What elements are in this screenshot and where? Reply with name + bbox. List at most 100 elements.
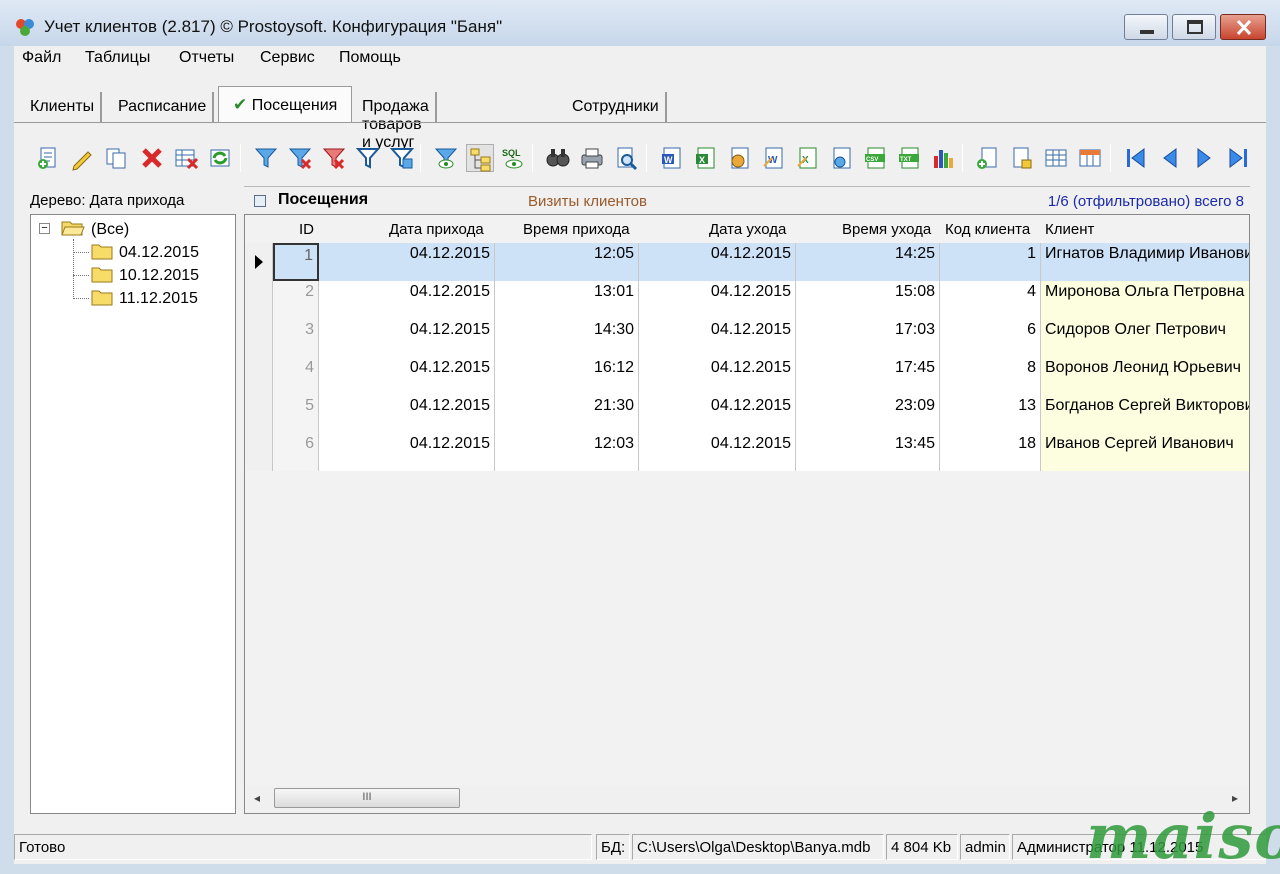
cell-time-out[interactable]: 14:25 [796, 243, 940, 281]
tab-schedule[interactable]: Расписание [118, 92, 215, 122]
cell-client[interactable]: Игнатов Владимир Иванович [1041, 243, 1249, 281]
table-settings-icon[interactable] [1042, 144, 1070, 172]
cell-date-out[interactable]: 04.12.2015 [639, 395, 796, 433]
cell-time-in[interactable]: 12:05 [495, 243, 639, 281]
cell-time-in[interactable]: 14:30 [495, 319, 639, 357]
cell-date-out[interactable]: 04.12.2015 [639, 319, 796, 357]
cell-id[interactable]: 1 [273, 243, 319, 281]
tree-node-date[interactable]: 11.12.2015 [91, 288, 198, 308]
filter-clear-icon[interactable] [320, 144, 348, 172]
export-rtf-icon[interactable]: W [760, 144, 788, 172]
cell-client[interactable]: Миронова Ольга Петровна [1041, 281, 1249, 319]
row-indicator[interactable] [245, 433, 273, 471]
export-csv-icon[interactable]: CSV [862, 144, 890, 172]
row-indicator[interactable] [245, 319, 273, 357]
column-header-client[interactable]: Клиент [1045, 221, 1094, 238]
tree-node-date[interactable]: 04.12.2015 [91, 242, 199, 262]
cell-time-in[interactable]: 12:03 [495, 433, 639, 471]
cell-date-in[interactable]: 04.12.2015 [319, 395, 495, 433]
delete-table-icon[interactable] [172, 144, 200, 172]
edit-icon[interactable] [68, 144, 96, 172]
cell-time-in[interactable]: 16:12 [495, 357, 639, 395]
cell-client[interactable]: Сидоров Олег Петрович [1041, 319, 1249, 357]
row-indicator[interactable] [245, 357, 273, 395]
minimize-button[interactable] [1124, 14, 1168, 40]
cell-date-out[interactable]: 04.12.2015 [639, 281, 796, 319]
menu-help[interactable]: Помощь [339, 49, 401, 67]
cell-client[interactable]: Богданов Сергей Викторович [1041, 395, 1249, 433]
export-word-icon[interactable]: W [658, 144, 686, 172]
next-record-icon[interactable] [1190, 144, 1218, 172]
cell-id[interactable]: 6 [273, 433, 319, 471]
cell-client-code[interactable]: 4 [940, 281, 1041, 319]
menu-file[interactable]: Файл [22, 49, 61, 67]
tab-clients[interactable]: Клиенты [30, 92, 103, 122]
cell-time-out[interactable]: 23:09 [796, 395, 940, 433]
table-row[interactable]: 3 04.12.2015 14:30 04.12.2015 17:03 6 Сидоров … [245, 319, 1249, 357]
filter-view-icon[interactable] [432, 144, 460, 172]
filter-settings-icon[interactable] [388, 144, 416, 172]
tree-node-date[interactable]: 10.12.2015 [91, 265, 199, 285]
preview-icon[interactable] [612, 144, 640, 172]
chart-icon[interactable] [930, 144, 958, 172]
cell-date-in[interactable]: 04.12.2015 [319, 433, 495, 471]
tree-node-all[interactable]: (Все) [61, 219, 129, 239]
table-row[interactable]: 2 04.12.2015 13:01 04.12.2015 15:08 4 Миронова… [245, 281, 1249, 319]
column-header-date-out[interactable]: Дата ухода [709, 221, 786, 238]
table-row[interactable]: 5 04.12.2015 21:30 04.12.2015 23:09 13 Богдано… [245, 395, 1249, 433]
cell-time-in[interactable]: 13:01 [495, 281, 639, 319]
cell-id[interactable]: 4 [273, 357, 319, 395]
filter-icon[interactable] [252, 144, 280, 172]
cell-time-out[interactable]: 15:08 [796, 281, 940, 319]
cell-client-code[interactable]: 18 [940, 433, 1041, 471]
menu-service[interactable]: Сервис [260, 49, 315, 67]
tab-employees[interactable]: Сотрудники [572, 92, 667, 122]
delete-icon[interactable] [138, 144, 166, 172]
columns-icon[interactable] [1076, 144, 1104, 172]
report-icon[interactable] [1008, 144, 1036, 172]
close-button[interactable] [1220, 14, 1266, 40]
export-xml-icon[interactable] [828, 144, 856, 172]
table-row[interactable]: 4 04.12.2015 16:12 04.12.2015 17:45 8 Воронов … [245, 357, 1249, 395]
export-xls-icon[interactable]: X [794, 144, 822, 172]
column-header-id[interactable]: ID [299, 221, 314, 238]
refresh-icon[interactable] [206, 144, 234, 172]
cell-client-code[interactable]: 13 [940, 395, 1041, 433]
tab-visits[interactable]: ✔ Посещения [218, 86, 352, 122]
find-icon[interactable] [544, 144, 572, 172]
maximize-button[interactable] [1172, 14, 1216, 40]
cell-date-in[interactable]: 04.12.2015 [319, 357, 495, 395]
cell-time-out[interactable]: 17:03 [796, 319, 940, 357]
row-indicator[interactable] [245, 281, 273, 319]
tree-icon[interactable] [466, 144, 494, 172]
cell-date-out[interactable]: 04.12.2015 [639, 357, 796, 395]
export-txt-icon[interactable]: TXT [896, 144, 924, 172]
new-record-icon[interactable] [34, 144, 62, 172]
cell-id[interactable]: 5 [273, 395, 319, 433]
cell-date-in[interactable]: 04.12.2015 [319, 281, 495, 319]
scroll-thumb[interactable]: III [274, 788, 460, 808]
cell-date-in[interactable]: 04.12.2015 [319, 243, 495, 281]
scroll-left-icon[interactable]: ◂ [254, 791, 260, 805]
cell-client[interactable]: Воронов Леонид Юрьевич [1041, 357, 1249, 395]
cell-time-out[interactable]: 17:45 [796, 357, 940, 395]
last-record-icon[interactable] [1224, 144, 1252, 172]
cell-time-out[interactable]: 13:45 [796, 433, 940, 471]
filter-remove-icon[interactable] [286, 144, 314, 172]
column-header-client-code[interactable]: Код клиента [945, 221, 1030, 238]
column-header-date-in[interactable]: Дата прихода [389, 221, 484, 238]
export-excel-icon[interactable]: X [692, 144, 720, 172]
export-html-icon[interactable] [726, 144, 754, 172]
cell-client-code[interactable]: 8 [940, 357, 1041, 395]
first-record-icon[interactable] [1122, 144, 1150, 172]
row-indicator[interactable] [245, 395, 273, 433]
column-header-time-out[interactable]: Время ухода [842, 221, 931, 238]
column-header-time-in[interactable]: Время прихода [523, 221, 630, 238]
filter-edit-icon[interactable] [354, 144, 382, 172]
cell-date-in[interactable]: 04.12.2015 [319, 319, 495, 357]
cell-id[interactable]: 3 [273, 319, 319, 357]
report-add-icon[interactable] [974, 144, 1002, 172]
print-icon[interactable] [578, 144, 606, 172]
cell-date-out[interactable]: 04.12.2015 [639, 433, 796, 471]
prev-record-icon[interactable] [1156, 144, 1184, 172]
